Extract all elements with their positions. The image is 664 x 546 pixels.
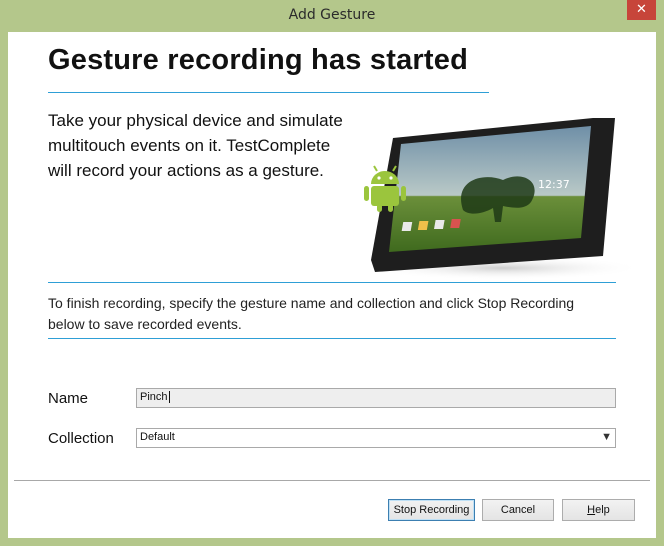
- section-rule-bottom: [48, 338, 616, 339]
- section-rule-top: [48, 282, 616, 283]
- cancel-button[interactable]: Cancel: [482, 499, 554, 521]
- instructions-text: To finish recording, specify the gesture…: [48, 293, 638, 335]
- help-button[interactable]: Help: [562, 499, 635, 521]
- tablet-illustration: 12:37: [363, 118, 643, 280]
- close-button[interactable]: ✕: [627, 0, 656, 20]
- intro-line-1: Take your physical device and simulate: [48, 111, 343, 130]
- add-gesture-window: Add Gesture ✕ Gesture recording has star…: [0, 0, 664, 546]
- heading-rule: [48, 92, 489, 93]
- chevron-down-icon: ▼: [601, 431, 612, 443]
- name-label: Name: [48, 390, 89, 407]
- intro-line-3: will record your actions as a gesture.: [48, 161, 324, 180]
- intro-line-2: multitouch events on it. TestComplete: [48, 136, 331, 155]
- page-title: Gesture recording has started: [48, 44, 468, 76]
- window-title: Add Gesture: [288, 7, 376, 23]
- help-mnemonic: H: [587, 504, 596, 516]
- instructions-line-2: below to save recorded events.: [48, 316, 242, 332]
- intro-text: Take your physical device and simulate m…: [48, 108, 388, 183]
- tablet-clock: 12:37: [538, 178, 570, 191]
- name-input[interactable]: Pinch: [136, 388, 616, 408]
- collection-label: Collection: [48, 430, 114, 447]
- help-label: elp: [595, 504, 610, 516]
- name-value: Pinch: [140, 391, 168, 403]
- collection-value: Default: [140, 431, 175, 443]
- title-bar[interactable]: Add Gesture ✕: [0, 0, 664, 32]
- instructions-line-1: To finish recording, specify the gesture…: [48, 295, 575, 311]
- dialog-body: Gesture recording has started Take your …: [8, 32, 656, 538]
- footer-separator: [14, 480, 650, 481]
- close-icon: ✕: [636, 2, 647, 17]
- stop-recording-button[interactable]: Stop Recording: [388, 499, 475, 521]
- collection-select[interactable]: Default ▼: [136, 428, 616, 448]
